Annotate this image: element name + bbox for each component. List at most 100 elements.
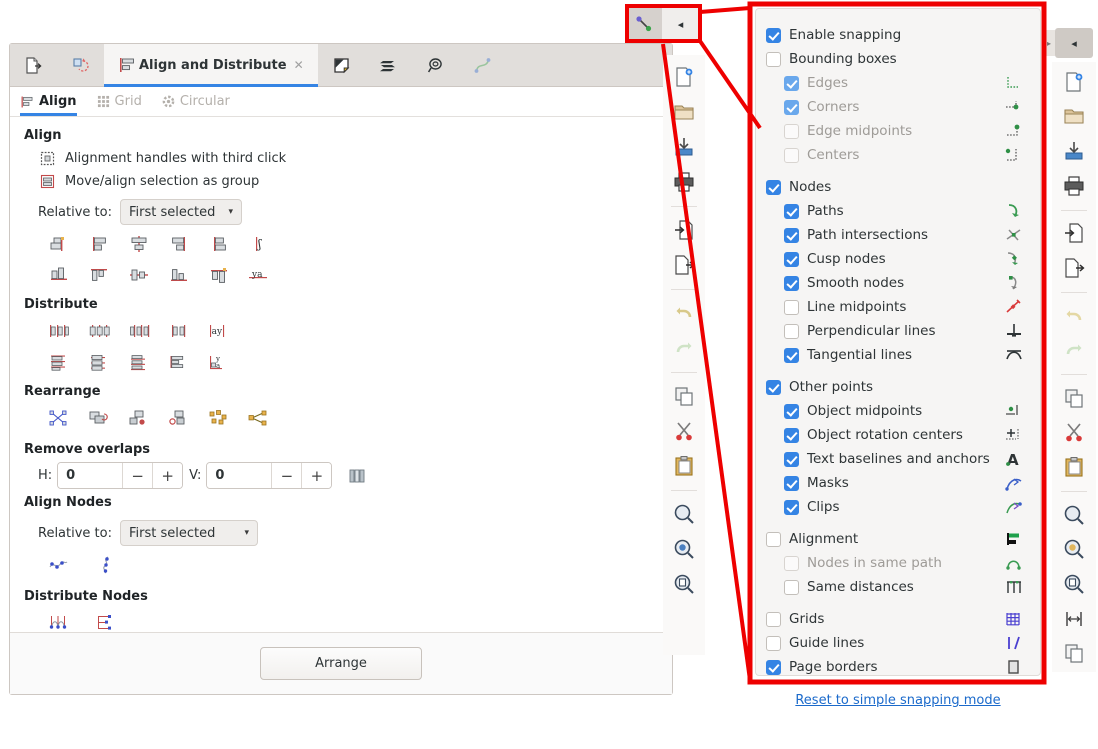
snap-enable-checkbox[interactable] [766, 27, 781, 43]
snap-guide-lines-row[interactable]: Guide lines [766, 631, 1030, 655]
distribute-left-edges-button[interactable] [46, 319, 72, 343]
snap-rotation-centers-checkbox[interactable] [784, 427, 799, 443]
zoom-drawing-button[interactable] [668, 533, 700, 565]
exchange-positions-selection-order-button[interactable] [46, 406, 72, 430]
copy-button[interactable] [1058, 382, 1090, 414]
unclump-objects-button[interactable] [246, 406, 272, 430]
align-top-edges-button[interactable] [86, 263, 112, 287]
snap-guide-lines-checkbox[interactable] [766, 635, 781, 651]
snap-bbox-edges-row[interactable]: Edges [766, 71, 1030, 95]
overlap-h-plus-button[interactable]: + [152, 463, 183, 488]
snap-bbox-corners-checkbox[interactable] [784, 99, 799, 115]
snap-text-baselines-checkbox[interactable] [784, 451, 799, 467]
snap-line-midpoints-row[interactable]: Line midpoints [766, 295, 1030, 319]
snap-toggle-button[interactable] [625, 7, 662, 41]
exchange-positions-counterclockwise-button[interactable] [166, 406, 192, 430]
subtab-grid[interactable]: Grid [97, 87, 142, 116]
open-document-button[interactable] [1058, 101, 1090, 133]
snap-bbox-centers-checkbox[interactable] [784, 147, 799, 163]
snap-grids-checkbox[interactable] [766, 611, 781, 627]
snap-other-points-row[interactable]: Other points [766, 375, 1030, 399]
exchange-positions-stacking-order-button[interactable] [86, 406, 112, 430]
snap-same-distances-checkbox[interactable] [784, 579, 799, 595]
distribute-gaps-vertically-button[interactable] [166, 350, 192, 374]
snap-rotation-centers-row[interactable]: Object rotation centers [766, 423, 1030, 447]
snap-page-borders-row[interactable]: Page borders [766, 655, 1030, 679]
center-on-vertical-axis-button[interactable] [126, 232, 152, 256]
snap-cusp-nodes-checkbox[interactable] [784, 251, 799, 267]
paste-button[interactable] [1058, 451, 1090, 483]
copy-button[interactable] [668, 380, 700, 412]
snap-smooth-nodes-row[interactable]: Smooth nodes [766, 271, 1030, 295]
import-button[interactable] [1058, 217, 1090, 249]
snap-bbox-corners-row[interactable]: Corners [766, 95, 1030, 119]
snap-bbox-centers-row[interactable]: Centers [766, 143, 1030, 167]
snap-same-distances-row[interactable]: Same distances [766, 575, 1030, 599]
tab-export[interactable] [10, 44, 57, 86]
zoom-selection-button[interactable] [668, 498, 700, 530]
export-button[interactable] [668, 249, 700, 281]
snap-clips-row[interactable]: Clips [766, 495, 1030, 519]
tab-close-icon[interactable]: ✕ [294, 58, 304, 72]
distribute-top-edges-button[interactable] [46, 350, 72, 374]
center-on-horizontal-axis-button[interactable] [126, 263, 152, 287]
snap-grids-row[interactable]: Grids [766, 607, 1030, 631]
subtab-circular[interactable]: Circular [162, 87, 230, 116]
open-document-button[interactable] [668, 96, 700, 128]
overlap-h-minus-button[interactable]: − [122, 463, 153, 488]
snap-bounding-boxes-row[interactable]: Bounding boxes [766, 47, 1030, 71]
align-top-edge-to-bottom-anchor-button[interactable] [206, 263, 232, 287]
overlap-v-minus-button[interactable]: − [271, 463, 302, 488]
snap-text-baselines-row[interactable]: Text baselines and anchors A [766, 447, 1030, 471]
overlap-h-value[interactable]: 0 [58, 463, 123, 488]
snap-alignment-checkbox[interactable] [766, 531, 781, 547]
exchange-positions-clockwise-button[interactable] [126, 406, 152, 430]
distribute-right-edges-button[interactable] [126, 319, 152, 343]
align-left-edge-to-right-anchor-button[interactable] [206, 232, 232, 256]
cut-button[interactable] [1058, 417, 1090, 449]
redo-button[interactable] [668, 332, 700, 364]
tab-path-effects[interactable] [459, 44, 506, 86]
cut-button[interactable] [668, 415, 700, 447]
snap-panel-collapse-button[interactable]: ◂ [662, 7, 699, 41]
distribute-centers-horizontally-button[interactable] [86, 319, 112, 343]
option-alignment-handles[interactable]: Alignment handles with third click [40, 151, 672, 166]
randomize-positions-button[interactable] [206, 406, 232, 430]
align-bottom-edges-button[interactable] [166, 263, 192, 287]
new-document-button[interactable] [668, 61, 700, 93]
overlap-h-spinner[interactable]: 0 − + [57, 462, 184, 489]
save-document-button[interactable] [1058, 135, 1090, 167]
export-button[interactable] [1058, 252, 1090, 284]
align-nodes-horizontally-button[interactable] [46, 553, 72, 577]
snap-perpendicular-lines-checkbox[interactable] [784, 323, 799, 339]
snap-nodes-same-path-row[interactable]: Nodes in same path [766, 551, 1030, 575]
snap-bbox-edge-midpoints-row[interactable]: Edge midpoints [766, 119, 1030, 143]
snap-masks-row[interactable]: Masks [766, 471, 1030, 495]
option-move-align-as-group[interactable]: Move/align selection as group [40, 174, 672, 189]
zoom-selection-button[interactable] [1058, 499, 1090, 531]
overlap-v-plus-button[interactable]: + [301, 463, 332, 488]
import-button[interactable] [668, 214, 700, 246]
snap-enable-row[interactable]: Enable snapping [766, 23, 1030, 47]
arrange-button[interactable]: Arrange [260, 647, 422, 680]
snap-masks-checkbox[interactable] [784, 475, 799, 491]
text-baseline-horizontal-button[interactable]: ya [246, 263, 272, 287]
distribute-text-baselines-vertically-button[interactable]: ya [206, 350, 232, 374]
snap-bbox-edge-midpoints-checkbox[interactable] [784, 123, 799, 139]
align-nodes-vertically-button[interactable] [94, 553, 120, 577]
tab-xml-editor[interactable] [318, 44, 365, 86]
remove-overlaps-button[interactable] [344, 464, 370, 488]
tab-trace-bitmap[interactable] [412, 44, 459, 86]
print-document-button[interactable] [668, 166, 700, 198]
snap-nodes-same-path-checkbox[interactable] [784, 555, 799, 571]
distribute-gaps-horizontally-button[interactable] [166, 319, 192, 343]
tab-undo-history[interactable] [57, 44, 104, 86]
distribute-bottom-edges-button[interactable] [126, 350, 152, 374]
subtab-align[interactable]: Align [20, 87, 77, 116]
snap-bbox-edges-checkbox[interactable] [784, 75, 799, 91]
snap-nodes-row[interactable]: Nodes [766, 175, 1030, 199]
zoom-drawing-button[interactable] [1058, 533, 1090, 565]
right-panel-edge-tab[interactable]: ▸ [1043, 30, 1055, 56]
align-bottom-edge-to-top-anchor-button[interactable] [46, 263, 72, 287]
snap-path-intersections-row[interactable]: Path intersections [766, 223, 1030, 247]
